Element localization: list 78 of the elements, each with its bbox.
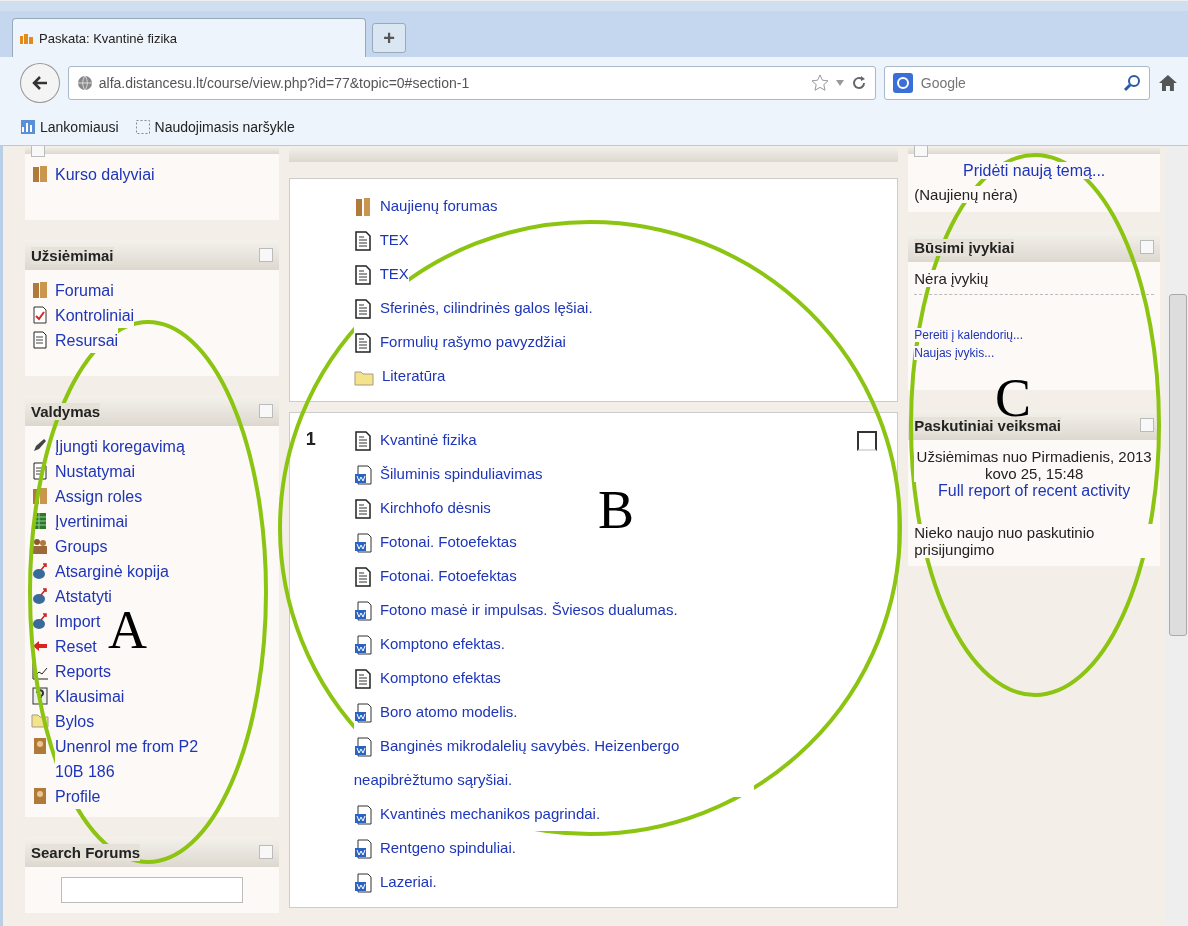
calendar-link[interactable]: Naujas įvykis...: [914, 346, 995, 360]
nothing-new-text: Nieko naujo nuo paskutinio prisijungimo: [914, 524, 1155, 558]
google-icon[interactable]: [892, 73, 913, 93]
collapse-icon[interactable]: [258, 845, 273, 859]
word-document-icon: [353, 601, 372, 622]
block-title: Būsimi įvykiai: [914, 238, 1015, 256]
sidebar-link[interactable]: Profile: [55, 784, 101, 809]
word-document-icon: [353, 703, 372, 724]
back-arrow-icon: [30, 74, 49, 92]
database-icon: [32, 612, 48, 630]
word-document-icon: [353, 635, 372, 656]
scroll-thumb[interactable]: [1169, 294, 1188, 636]
document-icon: [353, 333, 372, 354]
document-icon: [353, 669, 372, 690]
section-number: 1: [305, 429, 316, 449]
database-icon: [32, 587, 48, 605]
full-report-link[interactable]: Full report of recent activity: [938, 482, 1131, 499]
database-icon: [32, 562, 48, 580]
search-bar[interactable]: Google: [883, 66, 1151, 100]
collapse-icon[interactable]: [1140, 240, 1155, 254]
document-icon: [353, 499, 372, 520]
calendar-link[interactable]: Pereiti į kalendorių...: [914, 328, 1023, 342]
no-events-text: Nėra įvykių: [914, 270, 989, 287]
word-document-icon: [353, 737, 372, 758]
no-news-text: (Naujienų nėra): [914, 186, 1018, 203]
collapse-icon[interactable]: [258, 404, 273, 418]
document-icon: [353, 431, 372, 452]
address-bar[interactable]: alfa.distancesu.lt/course/view.php?id=77&topic=0#section-1: [67, 66, 876, 100]
people-icon: [32, 281, 48, 299]
word-document-icon: [353, 839, 372, 860]
globe-icon: [76, 75, 93, 91]
back-button[interactable]: [20, 63, 60, 103]
people-icon: [353, 197, 372, 218]
word-document-icon: [353, 805, 372, 826]
people-icon: [32, 165, 48, 183]
folder-icon: [353, 368, 374, 387]
person-icon: [33, 737, 47, 755]
bookmark[interactable]: Lankomiausi: [40, 119, 119, 135]
collapse-icon[interactable]: [914, 146, 929, 157]
document-icon: [353, 265, 372, 286]
annotation-letter: B: [598, 480, 635, 540]
people-icon: [32, 537, 48, 555]
person-icon: [33, 787, 47, 805]
dropdown-icon[interactable]: [834, 78, 845, 88]
checklist-icon: [32, 306, 48, 324]
block-title: Paskutiniai veiksmai: [914, 416, 1061, 434]
activity-link[interactable]: Kvantinės mechanikos pagrindai.: [353, 797, 601, 831]
reload-icon[interactable]: [850, 75, 867, 91]
home-icon[interactable]: [1158, 73, 1178, 93]
highlight-icon[interactable]: [857, 431, 878, 451]
activity-link[interactable]: Banginės mikrodalelių savybės. Heizenbergo neapibrėžtumo sąryšiai.: [353, 729, 754, 797]
star-icon[interactable]: [810, 74, 829, 92]
block-title: Užsiėmimai: [31, 246, 114, 264]
document-icon: [353, 299, 372, 320]
collapse-icon[interactable]: [31, 146, 45, 157]
block-title: Valdymas: [31, 402, 101, 420]
scrollbar[interactable]: [1166, 146, 1188, 926]
pencil-icon: [32, 437, 48, 453]
collapse-icon[interactable]: [258, 248, 273, 262]
search-icon[interactable]: [1123, 74, 1142, 92]
activity-link[interactable]: Sferinės, cilindrinės galos lęšiai.: [353, 291, 593, 325]
sidebar-link[interactable]: Resursai: [55, 328, 119, 353]
document-icon: [32, 331, 48, 349]
bar-chart-icon: [20, 119, 36, 135]
bookmark[interactable]: Naudojimasis naršykle: [154, 119, 295, 135]
word-document-icon: [353, 465, 372, 486]
document-icon: [353, 567, 372, 588]
add-topic-link[interactable]: Pridėti naują temą...: [963, 162, 1106, 179]
word-document-icon: [353, 873, 372, 894]
block-title: Search Forums: [31, 843, 141, 861]
dashed-page-icon: [134, 119, 151, 135]
people-icon: [32, 487, 48, 505]
search-field[interactable]: [60, 877, 243, 903]
word-document-icon: [353, 533, 372, 554]
new-tab-button[interactable]: +: [372, 23, 406, 53]
collapse-icon[interactable]: [1140, 418, 1155, 432]
document-icon: [353, 231, 372, 252]
browser-tab[interactable]: Paskata: Kvantinė fizika: [12, 18, 366, 57]
